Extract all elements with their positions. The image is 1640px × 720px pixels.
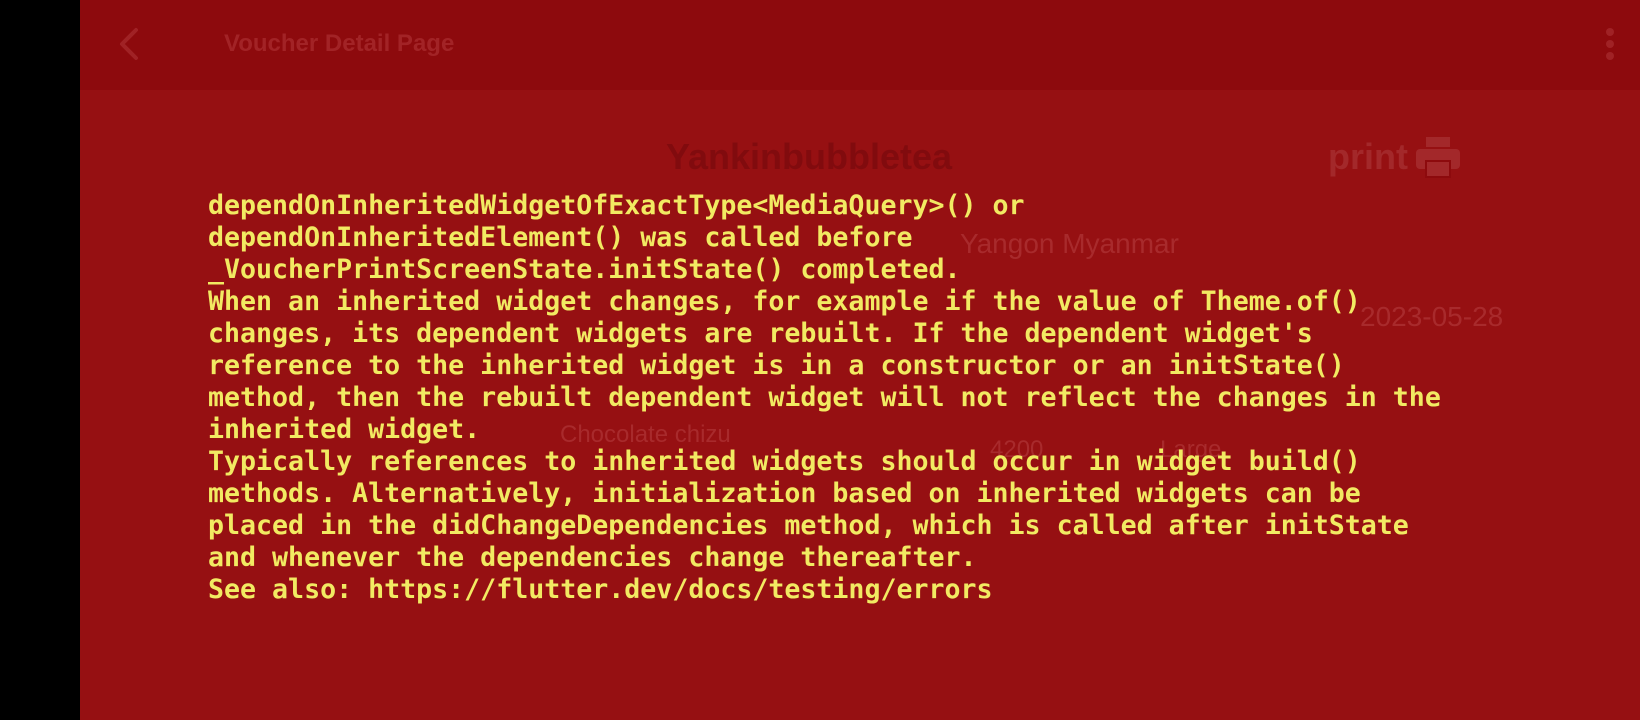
error-line: methods. Alternatively, initialization b… (208, 478, 1361, 509)
error-line: Typically references to inherited widget… (208, 446, 1361, 477)
error-line: placed in the didChangeDependencies meth… (208, 510, 1409, 541)
error-line: inherited widget. (208, 414, 481, 445)
error-line: changes, its dependent widgets are rebui… (208, 318, 1313, 349)
app-bar: Voucher Detail Page (80, 0, 1640, 90)
page-title: Voucher Detail Page (224, 30, 455, 57)
error-line: When an inherited widget changes, for ex… (208, 286, 1361, 317)
error-line: reference to the inherited widget is in … (208, 350, 1345, 381)
error-line: and whenever the dependencies change the… (208, 542, 977, 573)
print-button[interactable]: print (1328, 135, 1462, 179)
error-line: See also: https://flutter.dev/docs/testi… (208, 574, 993, 605)
back-arrow-icon[interactable] (110, 24, 150, 64)
error-line: dependOnInheritedElement() was called be… (208, 222, 913, 253)
system-navigation-bar (0, 0, 80, 720)
more-vert-icon[interactable] (1602, 26, 1618, 62)
error-line: _VoucherPrintScreenState.initState() com… (208, 254, 961, 285)
error-message: dependOnInheritedWidgetOfExactType<Media… (208, 190, 1628, 606)
error-line: method, then the rebuilt dependent widge… (208, 382, 1441, 413)
shop-name: Yankinbubbletea (666, 136, 953, 177)
print-label: print (1328, 136, 1408, 177)
error-line: dependOnInheritedWidgetOfExactType<Media… (208, 190, 1025, 221)
error-screen: Voucher Detail Page Yankinbubbletea prin… (80, 0, 1640, 720)
printer-icon (1416, 137, 1461, 178)
